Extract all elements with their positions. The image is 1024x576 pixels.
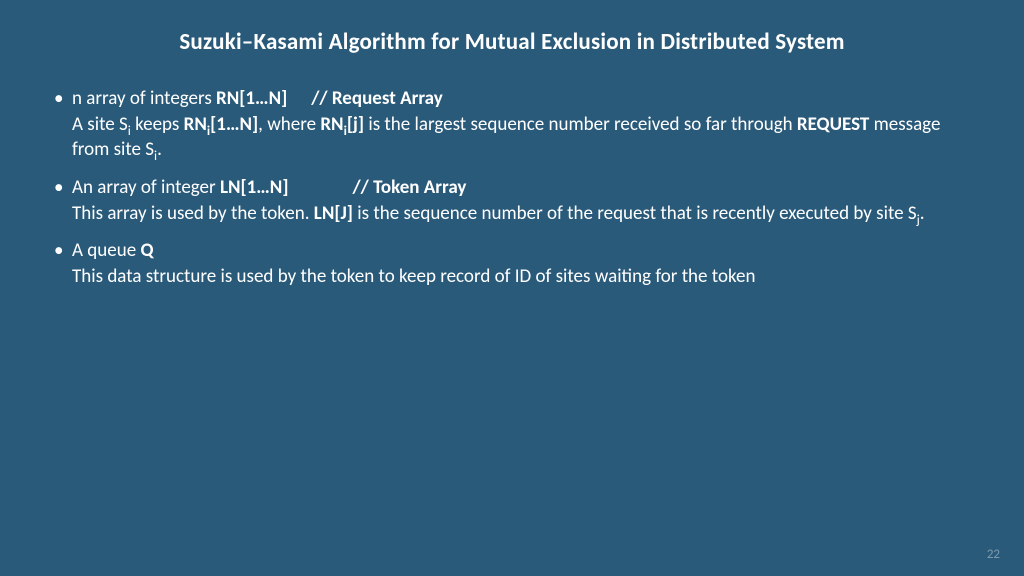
request-bold: REQUEST <box>797 113 869 136</box>
text: is the largest sequence number received … <box>364 113 797 136</box>
text: An array of integer <box>72 176 220 199</box>
text: . <box>157 138 162 161</box>
rnij-bold: RNi[j] <box>320 113 364 136</box>
rni-bold: RNi[1…N] <box>184 113 259 136</box>
text: A queue <box>72 239 140 262</box>
token-array-comment: // Token Array <box>353 176 467 199</box>
text: This data structure is used by the token… <box>72 265 755 288</box>
text: keeps <box>131 113 184 136</box>
bullet-list: n array of integers RN[1…N] // Request Ar… <box>50 86 974 289</box>
ln-array-bold: LN[1…N] <box>220 176 289 199</box>
bullet-item-2: An array of integer LN[1…N] // Token Arra… <box>50 175 974 226</box>
queue-q-bold: Q <box>140 239 153 262</box>
rn-array-bold: RN[1…N] <box>216 87 287 110</box>
text: n array of integers <box>72 87 216 110</box>
text: This array is used by the token. <box>72 202 314 225</box>
bullet-item-3: A queue Q This data structure is used by… <box>50 238 974 289</box>
text: , where <box>258 113 320 136</box>
lnj-bold: LN[J] <box>314 202 353 225</box>
text: is the sequence number of the request th… <box>353 202 917 225</box>
page-number: 22 <box>987 547 1000 562</box>
bullet-item-1: n array of integers RN[1…N] // Request Ar… <box>50 86 974 163</box>
request-array-comment: // Request Array <box>311 87 442 110</box>
slide: Suzuki–Kasami Algorithm for Mutual Exclu… <box>0 0 1024 576</box>
slide-title: Suzuki–Kasami Algorithm for Mutual Exclu… <box>50 28 974 56</box>
text: A site S <box>72 113 128 136</box>
text: . <box>920 202 925 225</box>
